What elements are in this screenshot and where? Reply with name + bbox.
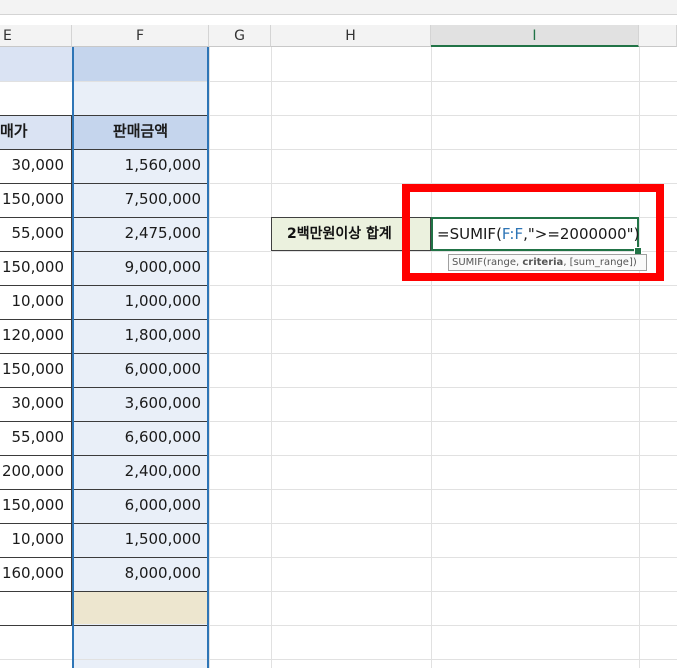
cell-e[interactable]: 150,000 <box>0 489 72 523</box>
cell-e[interactable]: 30,000 <box>0 387 72 421</box>
column-header-h[interactable]: H <box>271 25 431 47</box>
header-band-e[interactable] <box>0 47 72 81</box>
cell-e[interactable]: 160,000 <box>0 557 72 591</box>
cell-e[interactable]: 200,000 <box>0 455 72 489</box>
gridline <box>639 47 640 668</box>
gridline <box>271 47 272 668</box>
column-header-j[interactable]: J <box>639 25 677 47</box>
highlight-box <box>402 184 664 281</box>
column-header-i[interactable]: I <box>431 25 639 47</box>
cell-e[interactable]: 120,000 <box>0 319 72 353</box>
cell-e[interactable]: 150,000 <box>0 251 72 285</box>
cell-e[interactable]: 150,000 <box>0 353 72 387</box>
table-header-e[interactable]: 매가 <box>0 115 72 149</box>
cell-e[interactable]: 30,000 <box>0 149 72 183</box>
cell-e[interactable]: 55,000 <box>0 421 72 455</box>
cell-e[interactable]: 55,000 <box>0 217 72 251</box>
column-header-g[interactable]: G <box>209 25 271 47</box>
column-header-f[interactable]: F <box>72 25 209 47</box>
cell-e[interactable]: 10,000 <box>0 523 72 557</box>
ribbon-edge <box>0 0 677 15</box>
cell-e[interactable]: 150,000 <box>0 183 72 217</box>
column-header-e[interactable]: E <box>0 25 72 47</box>
column-f-selection <box>72 47 209 668</box>
gridline <box>431 47 432 668</box>
gridline <box>209 47 210 668</box>
cell-e[interactable]: 10,000 <box>0 285 72 319</box>
